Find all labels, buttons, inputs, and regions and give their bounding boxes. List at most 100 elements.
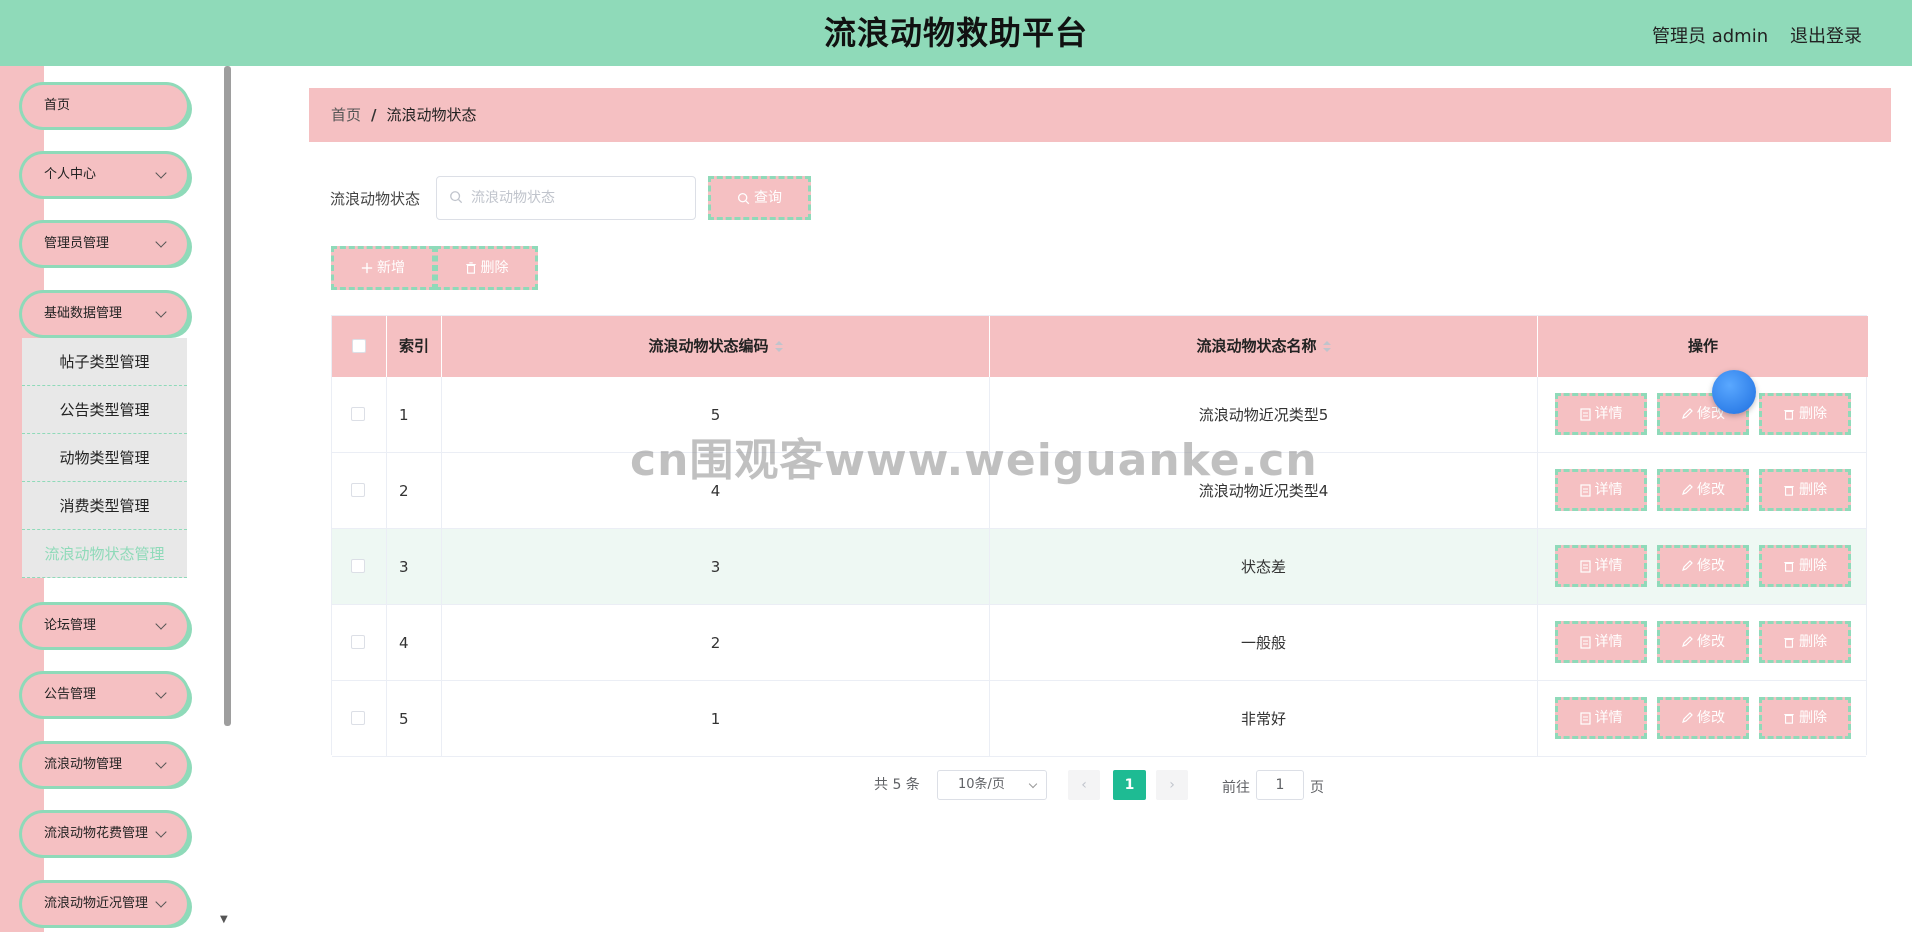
- document-icon: [1579, 635, 1591, 649]
- search-field[interactable]: [436, 176, 696, 220]
- detail-button[interactable]: 详情: [1555, 545, 1647, 587]
- chevron-down-icon: [155, 826, 167, 838]
- edit-icon: [1682, 636, 1693, 647]
- sidebar-item-animal-recent[interactable]: 流浪动物近况管理: [22, 883, 187, 925]
- sidebar-item-basic-data[interactable]: 基础数据管理: [22, 293, 187, 335]
- row-select-cell: [332, 605, 387, 681]
- scroll-down-arrow-icon[interactable]: ▼: [220, 914, 228, 925]
- goto-page-input[interactable]: [1256, 770, 1304, 800]
- sidebar-item-label: 基础数据管理: [44, 306, 123, 321]
- row-checkbox[interactable]: [351, 483, 365, 497]
- cell-name: 状态差: [990, 529, 1538, 605]
- header-name[interactable]: 流浪动物状态名称: [990, 316, 1538, 377]
- floating-assistant-button[interactable]: [1712, 370, 1756, 414]
- detail-button[interactable]: 详情: [1555, 697, 1647, 739]
- cell-ops: 详情 修改 删除: [1538, 529, 1868, 605]
- add-button-label: 新增: [377, 260, 405, 276]
- search-input[interactable]: [471, 177, 691, 219]
- add-button[interactable]: 新增: [331, 246, 435, 290]
- submenu-item-expense-type[interactable]: 消费类型管理: [22, 482, 187, 530]
- table-row: 3 3 状态差 详情 修改 删除: [332, 529, 1866, 605]
- detail-button[interactable]: 详情: [1555, 393, 1647, 435]
- detail-label: 详情: [1594, 558, 1623, 574]
- row-checkbox[interactable]: [351, 559, 365, 573]
- delete-button[interactable]: 删除: [1759, 545, 1851, 587]
- row-checkbox[interactable]: [351, 711, 365, 725]
- chevron-down-icon: [1028, 779, 1038, 789]
- current-user: 管理员 admin: [1652, 26, 1769, 47]
- sort-icon[interactable]: [1322, 340, 1331, 353]
- sidebar-item-notice[interactable]: 公告管理: [22, 674, 187, 716]
- row-checkbox[interactable]: [351, 407, 365, 421]
- edit-button[interactable]: 修改: [1657, 697, 1749, 739]
- submenu-item-notice-type[interactable]: 公告类型管理: [22, 386, 187, 434]
- sidebar-item-animal-expense[interactable]: 流浪动物花费管理: [22, 813, 187, 855]
- sidebar-item-profile[interactable]: 个人中心: [22, 154, 187, 196]
- delete-button[interactable]: 删除: [1759, 469, 1851, 511]
- cell-code: 3: [442, 529, 990, 605]
- prev-page-button[interactable]: ‹: [1068, 770, 1100, 800]
- detail-button[interactable]: 详情: [1555, 621, 1647, 663]
- delete-button[interactable]: 删除: [1759, 621, 1851, 663]
- sidebar-item-forum[interactable]: 论坛管理: [22, 605, 187, 647]
- page-number-current[interactable]: 1: [1113, 770, 1146, 800]
- top-header: 流浪动物救助平台 管理员 admin 退出登录: [0, 0, 1912, 66]
- pagination-total: 共 5 条: [874, 777, 920, 793]
- delete-label: 删除: [1799, 710, 1827, 726]
- batch-delete-button[interactable]: 删除: [435, 246, 538, 290]
- detail-label: 详情: [1594, 634, 1623, 650]
- page-suffix-label: 页: [1310, 780, 1324, 796]
- row-select-cell: [332, 377, 387, 453]
- cell-index: 5: [387, 681, 442, 757]
- submenu-item-animal-status[interactable]: 流浪动物状态管理: [22, 530, 187, 578]
- logout-link[interactable]: 退出登录: [1790, 22, 1862, 48]
- app-title: 流浪动物救助平台: [823, 14, 1088, 52]
- header-code-label: 流浪动物状态编码: [648, 337, 769, 355]
- sidebar-item-home[interactable]: 首页: [22, 85, 187, 127]
- breadcrumb-home[interactable]: 首页: [331, 106, 361, 124]
- sidebar-item-label: 首页: [44, 98, 71, 113]
- edit-button[interactable]: 修改: [1657, 469, 1749, 511]
- sidebar-item-label: 管理员管理: [44, 236, 110, 251]
- delete-button[interactable]: 删除: [1759, 393, 1851, 435]
- table-header: 索引 流浪动物状态编码 流浪动物状态名称 操作: [332, 316, 1868, 377]
- edit-button[interactable]: 修改: [1657, 545, 1749, 587]
- select-all-checkbox[interactable]: [352, 339, 366, 353]
- delete-label: 删除: [1799, 406, 1827, 422]
- search-icon: [737, 192, 750, 204]
- header-code[interactable]: 流浪动物状态编码: [442, 316, 990, 377]
- sidebar: 首页 个人中心 管理员管理 基础数据管理 帖子类型管理 公告类型管理 动物类型管…: [0, 66, 234, 932]
- query-button[interactable]: 查询: [708, 176, 811, 220]
- delete-label: 删除: [1799, 482, 1827, 498]
- detail-label: 详情: [1594, 482, 1623, 498]
- query-button-label: 查询: [754, 190, 782, 206]
- sidebar-scrollbar[interactable]: [224, 66, 231, 726]
- submenu-item-post-type[interactable]: 帖子类型管理: [22, 338, 187, 386]
- row-select-cell: [332, 529, 387, 605]
- row-checkbox[interactable]: [351, 635, 365, 649]
- next-page-button[interactable]: ›: [1156, 770, 1188, 800]
- sidebar-item-animals[interactable]: 流浪动物管理: [22, 744, 187, 786]
- cell-index: 1: [387, 377, 442, 453]
- cell-ops: 详情 修改 删除: [1538, 453, 1868, 529]
- select-all-cell: [332, 316, 387, 377]
- detail-button[interactable]: 详情: [1555, 469, 1647, 511]
- edit-button[interactable]: 修改: [1657, 621, 1749, 663]
- cell-index: 3: [387, 529, 442, 605]
- chevron-down-icon: [155, 896, 167, 908]
- cell-code: 1: [442, 681, 990, 757]
- delete-label: 删除: [1799, 634, 1827, 650]
- edit-icon: [1682, 560, 1693, 571]
- batch-delete-button-label: 删除: [480, 260, 509, 276]
- trash-icon: [1784, 638, 1794, 648]
- sort-icon[interactable]: [774, 340, 783, 353]
- chevron-down-icon: [155, 167, 167, 179]
- page-size-select[interactable]: 10条/页: [937, 770, 1047, 800]
- sidebar-item-admin[interactable]: 管理员管理: [22, 223, 187, 265]
- chevron-left-icon: ‹: [1081, 777, 1087, 793]
- submenu-item-animal-type[interactable]: 动物类型管理: [22, 434, 187, 482]
- table-row: 4 2 一般般 详情 修改 删除: [332, 605, 1866, 681]
- cell-name: 非常好: [990, 681, 1538, 757]
- delete-button[interactable]: 删除: [1759, 697, 1851, 739]
- watermark: cn围观客www.weiguanke.cn: [630, 435, 1318, 486]
